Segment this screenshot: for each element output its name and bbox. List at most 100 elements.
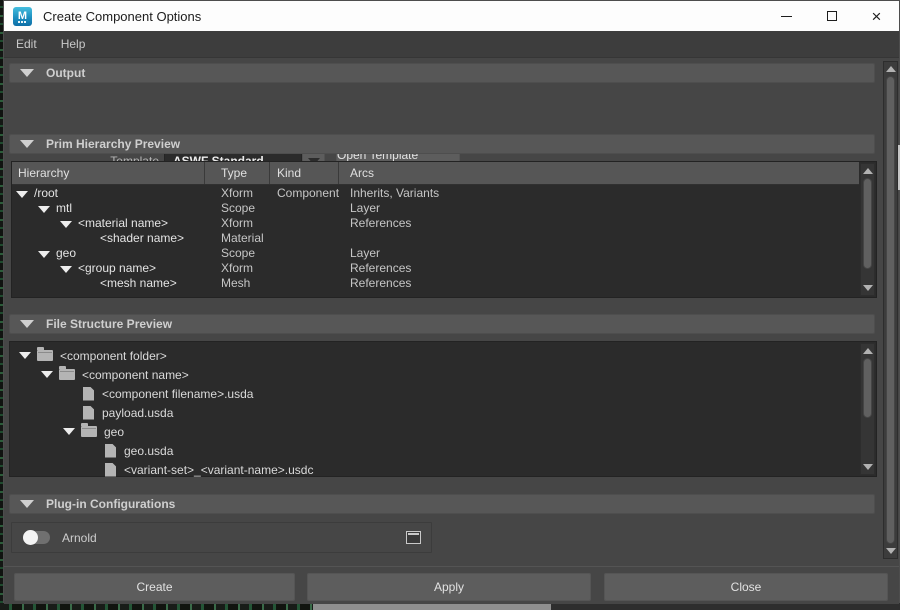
scroll-up-icon[interactable]: [861, 165, 874, 177]
tree-item[interactable]: <variant-set>_<variant-name>.usdc: [10, 460, 876, 479]
prim-arcs: References: [339, 276, 859, 290]
close-dialog-button[interactable]: Close: [604, 573, 888, 601]
prim-name: mtl: [56, 201, 72, 215]
window-title: Create Component Options: [43, 9, 201, 24]
section-header-file-structure[interactable]: File Structure Preview: [9, 314, 875, 334]
tree-item[interactable]: payload.usda: [10, 403, 876, 422]
table-row[interactable]: mtl Scope Layer: [12, 200, 859, 215]
tree-label: <component folder>: [60, 349, 167, 363]
section-header-plugin-configurations[interactable]: Plug-in Configurations: [9, 494, 875, 514]
title-bar[interactable]: M Create Component Options ×: [4, 1, 899, 31]
tree-label: geo.usda: [124, 444, 173, 458]
tree-label: <variant-set>_<variant-name>.usdc: [124, 463, 313, 477]
maximize-button[interactable]: [809, 1, 854, 31]
scroll-down-icon[interactable]: [861, 282, 874, 294]
arnold-label: Arnold: [62, 531, 97, 545]
scrollbar-thumb[interactable]: [886, 76, 895, 544]
tree-scrollbar[interactable]: [860, 343, 875, 475]
arnold-toggle[interactable]: [23, 531, 50, 544]
column-header-arcs[interactable]: Arcs: [339, 162, 859, 184]
prim-type: Xform: [205, 261, 270, 275]
section-header-output[interactable]: Output: [9, 63, 875, 83]
section-header-prim-hierarchy[interactable]: Prim Hierarchy Preview: [9, 134, 875, 154]
table-row[interactable]: <mesh name> Mesh References: [12, 275, 859, 290]
window-controls: ×: [764, 1, 899, 31]
collapse-triangle-icon: [20, 69, 34, 77]
scroll-up-icon[interactable]: [861, 345, 874, 357]
tree-item[interactable]: geo.usda: [10, 441, 876, 460]
minimize-button[interactable]: [764, 1, 809, 31]
column-header-hierarchy[interactable]: Hierarchy: [12, 162, 205, 184]
prim-arcs: References: [339, 216, 859, 230]
column-header-type[interactable]: Type: [205, 162, 270, 184]
tree-item[interactable]: geo: [10, 422, 876, 441]
tree-label: payload.usda: [102, 406, 173, 420]
expander-icon[interactable]: [60, 266, 72, 273]
minimize-icon: [781, 16, 792, 17]
expander-icon[interactable]: [16, 191, 28, 198]
scrollbar-thumb[interactable]: [863, 178, 872, 269]
create-component-options-dialog: M Create Component Options × Edit Help O…: [3, 0, 900, 603]
create-button[interactable]: Create: [14, 573, 295, 601]
table-row[interactable]: geo Scope Layer: [12, 245, 859, 260]
menu-bar: Edit Help: [4, 31, 899, 58]
prim-type: Material: [205, 231, 270, 245]
folder-icon: [37, 350, 53, 361]
tree-item[interactable]: <component filename>.usda: [10, 384, 876, 403]
close-button[interactable]: ×: [854, 1, 899, 31]
table-row[interactable]: <group name> Xform References: [12, 260, 859, 275]
table-header-row: Hierarchy Type Kind Arcs: [12, 162, 859, 185]
prim-type: Scope: [205, 201, 270, 215]
background-window-sliver-bottom: [0, 603, 900, 610]
file-icon: [83, 406, 94, 420]
scrollbar-thumb[interactable]: [863, 358, 872, 418]
table-scrollbar[interactable]: [860, 163, 875, 296]
expander-icon[interactable]: [60, 221, 72, 228]
tree-item[interactable]: <component folder>: [10, 346, 876, 365]
tree-item[interactable]: <component name>: [10, 365, 876, 384]
scroll-down-icon[interactable]: [884, 545, 897, 557]
dialog-scrollbar[interactable]: [883, 61, 898, 559]
prim-kind: Component: [270, 186, 339, 200]
menu-help[interactable]: Help: [61, 37, 86, 51]
table-row[interactable]: <shader name> Material: [12, 230, 859, 245]
prim-name: geo: [56, 246, 76, 260]
dialog-footer: Create Apply Close: [4, 566, 899, 604]
apply-button[interactable]: Apply: [307, 573, 591, 601]
section-title: Prim Hierarchy Preview: [46, 137, 180, 151]
file-icon: [83, 387, 94, 401]
prim-name: <shader name>: [100, 231, 184, 245]
prim-type: Scope: [205, 246, 270, 260]
scroll-up-icon[interactable]: [884, 63, 897, 75]
expander-icon[interactable]: [19, 352, 31, 359]
dialog-content: Output Template ASWF Standard (default) …: [4, 58, 899, 566]
prim-arcs: Layer: [339, 246, 859, 260]
popout-window-icon[interactable]: [406, 531, 421, 544]
column-header-kind[interactable]: Kind: [270, 162, 339, 184]
prim-arcs: Layer: [339, 201, 859, 215]
expander-icon[interactable]: [38, 251, 50, 258]
prim-type: Xform: [205, 186, 270, 200]
folder-icon: [59, 369, 75, 380]
folder-icon: [81, 426, 97, 437]
expander-icon[interactable]: [38, 206, 50, 213]
toggle-knob: [23, 530, 38, 545]
tree-label: <component filename>.usda: [102, 387, 253, 401]
expander-icon[interactable]: [41, 371, 53, 378]
expander-icon[interactable]: [63, 428, 75, 435]
collapse-triangle-icon: [20, 140, 34, 148]
table-row[interactable]: <material name> Xform References: [12, 215, 859, 230]
tree-label: geo: [104, 425, 124, 439]
prim-name: /root: [34, 186, 58, 200]
arnold-plugin-row: Arnold: [11, 522, 432, 553]
scroll-down-icon[interactable]: [861, 461, 874, 473]
collapse-triangle-icon: [20, 320, 34, 328]
prim-hierarchy-table: Hierarchy Type Kind Arcs /root Xform Com…: [11, 161, 877, 298]
prim-arcs: References: [339, 261, 859, 275]
file-icon: [105, 463, 116, 477]
prim-name: <mesh name>: [100, 276, 177, 290]
table-row[interactable]: /root Xform Component Inherits, Variants: [12, 185, 859, 200]
background-scrollbar-fragment: [313, 603, 551, 610]
collapse-triangle-icon: [20, 500, 34, 508]
menu-edit[interactable]: Edit: [16, 37, 37, 51]
